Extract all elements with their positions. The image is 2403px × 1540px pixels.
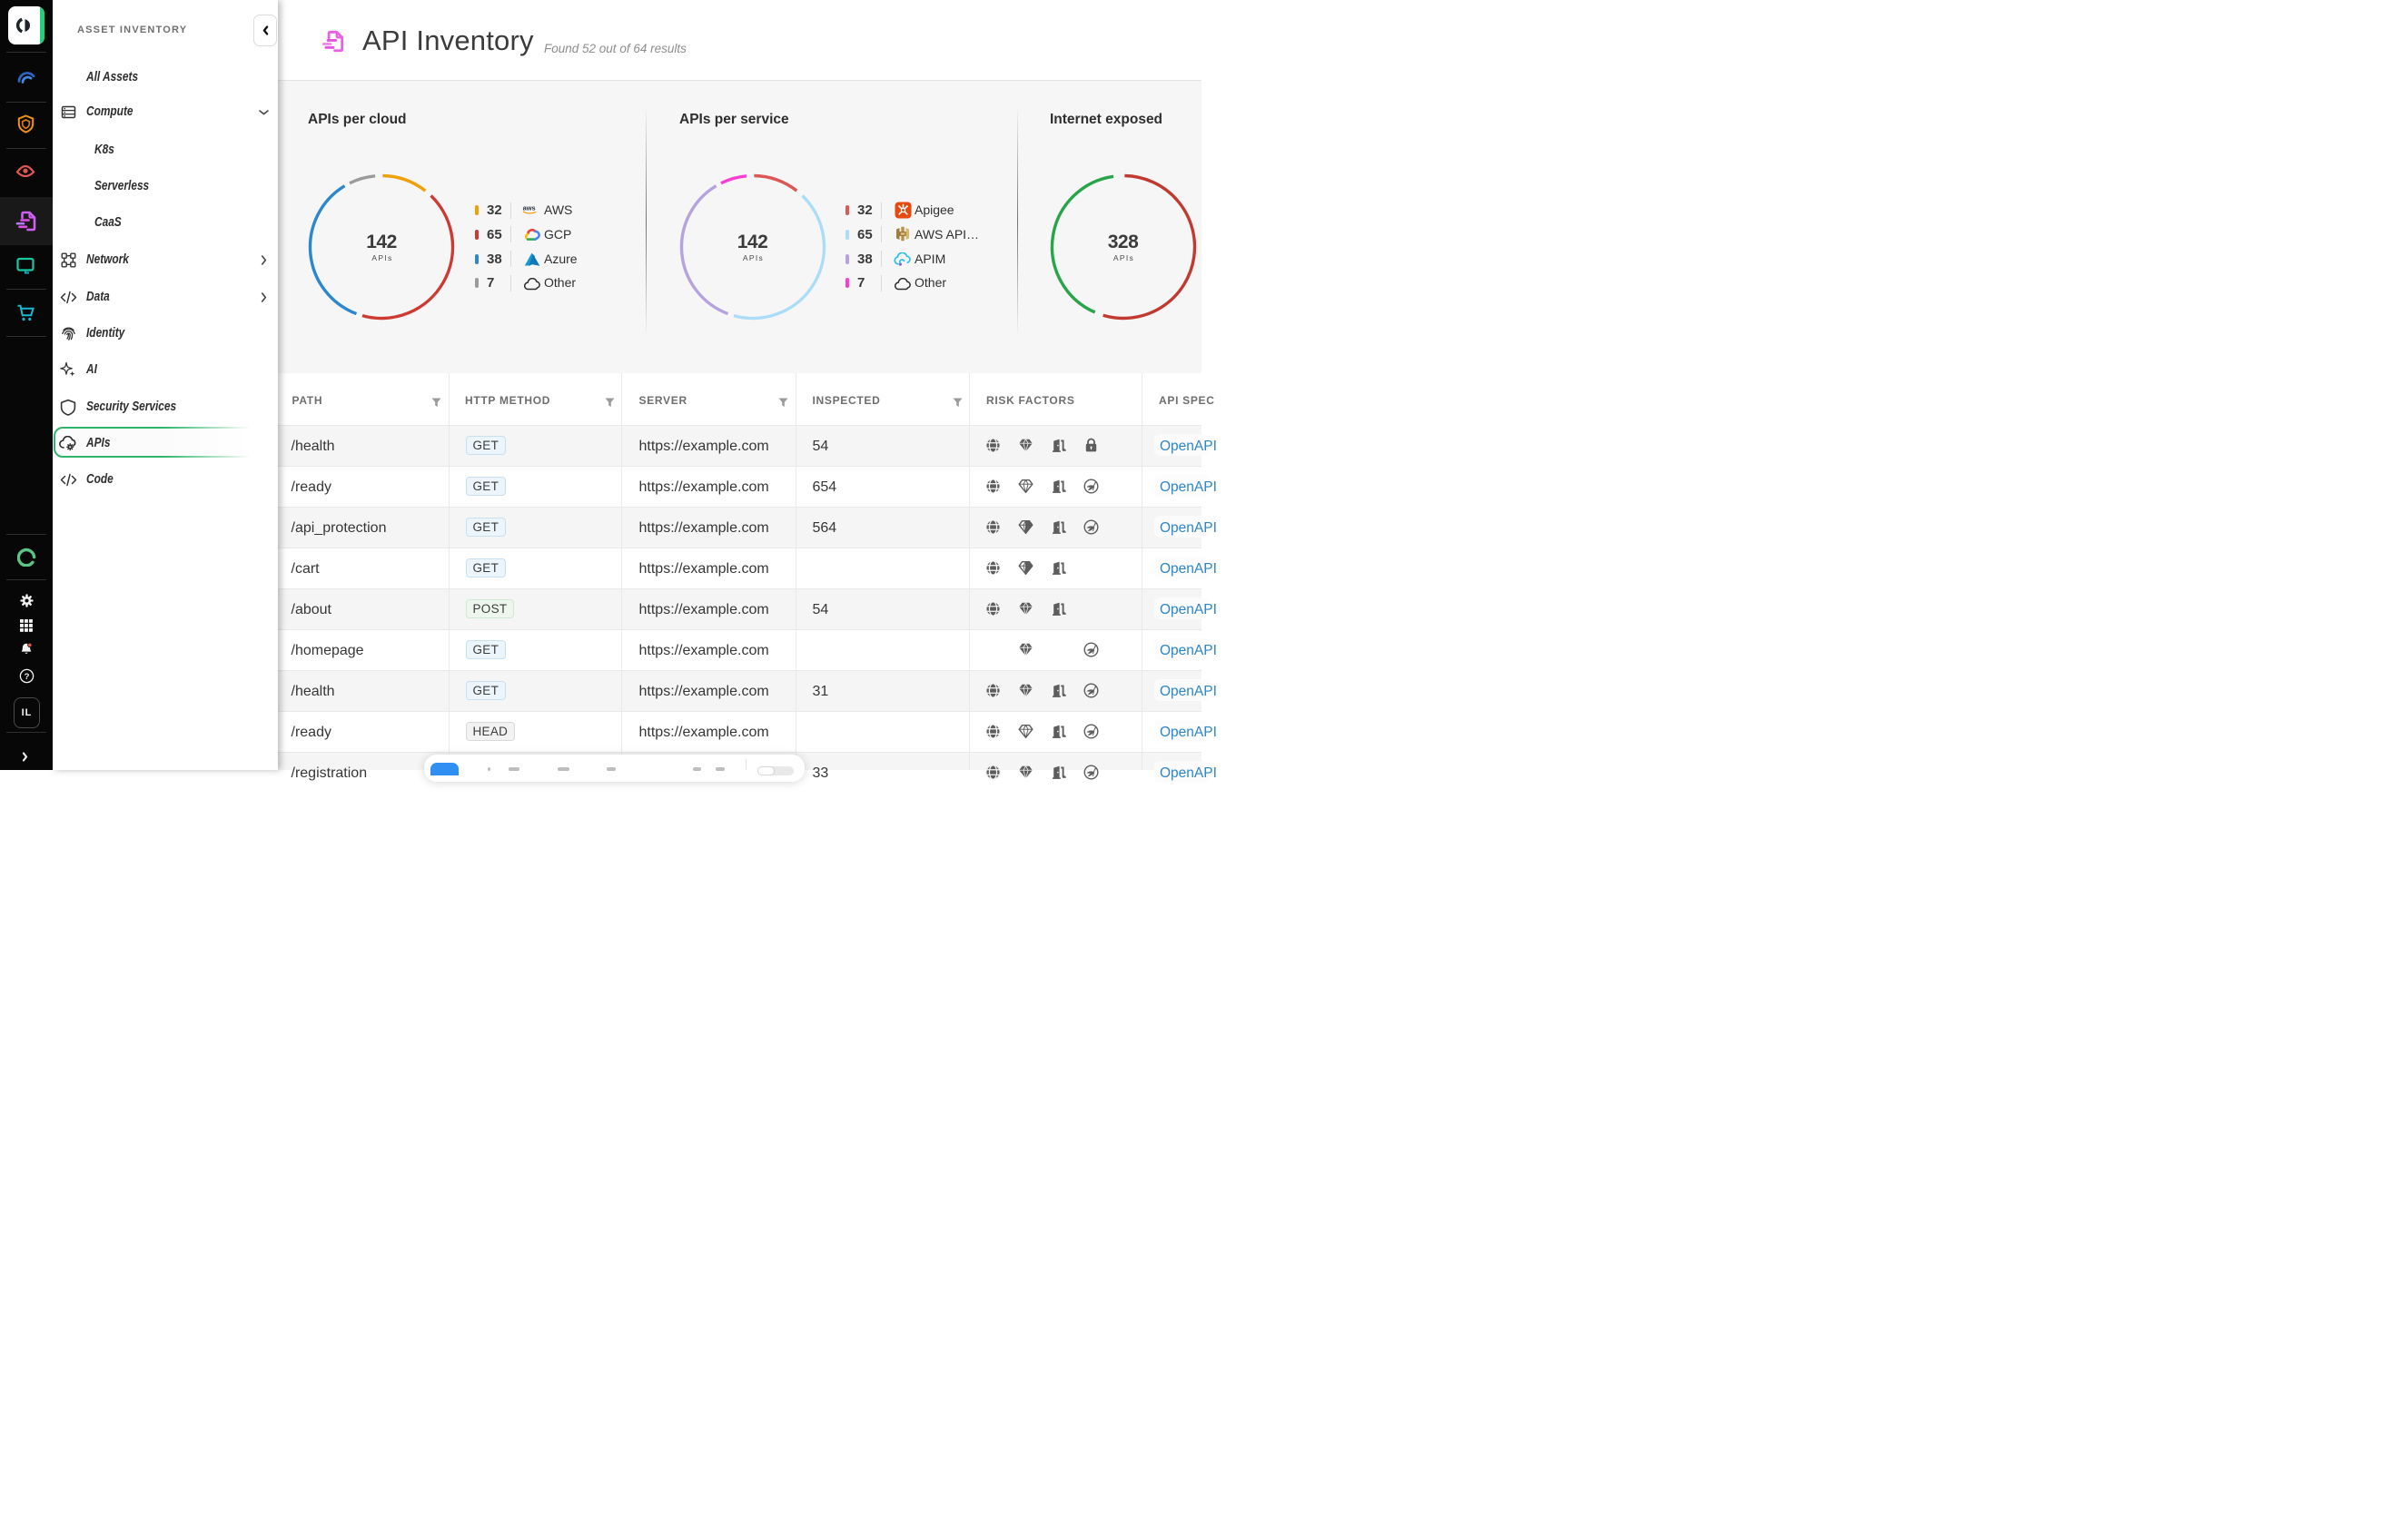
- svg-text:?: ?: [24, 672, 29, 682]
- svg-text:aws: aws: [523, 203, 536, 212]
